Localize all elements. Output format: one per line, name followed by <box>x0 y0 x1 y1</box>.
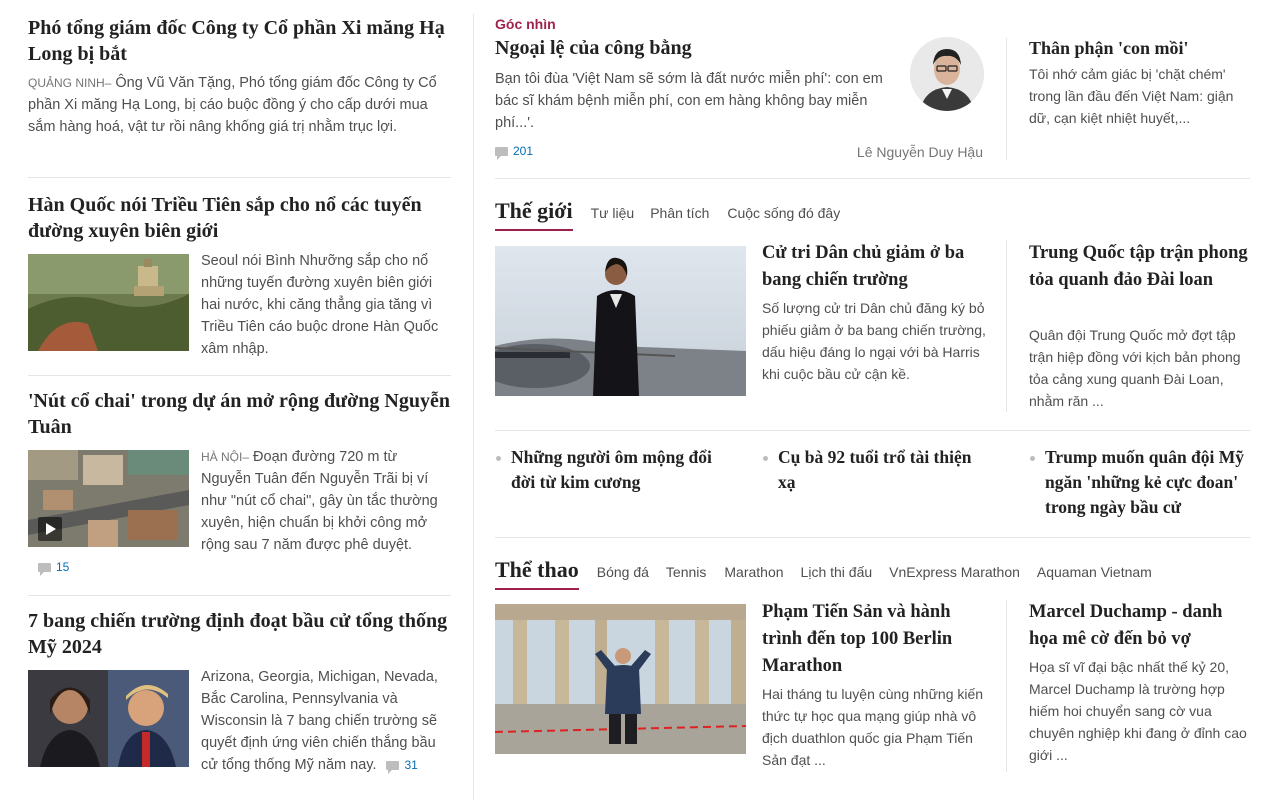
section-divider <box>495 430 1250 431</box>
opinion-side-title[interactable]: Thân phận 'con mồi' <box>1029 35 1254 62</box>
subcategory-link[interactable]: Cuộc sống đó đây <box>727 205 840 221</box>
play-icon[interactable] <box>38 517 62 541</box>
article-item: Hàn Quốc nói Triều Tiên sắp cho nổ các t… <box>28 192 451 376</box>
section-header-the-thao: Thể thao Bóng đá Tennis Marathon Lịch th… <box>495 557 1152 590</box>
opinion-desc[interactable]: Bạn tôi đùa 'Việt Nam sẽ sớm là đất nước… <box>495 68 895 134</box>
author-avatar[interactable] <box>910 37 984 111</box>
article-title[interactable]: 7 bang chiến trường định đoạt bầu cử tổn… <box>28 608 451 660</box>
column-divider <box>473 14 474 800</box>
subcategory-link[interactable]: Bóng đá <box>597 564 649 580</box>
article-location: HÀ NỘI– <box>201 450 250 464</box>
section-title[interactable]: Thế giới <box>495 198 573 231</box>
related-article-link[interactable]: Trump muốn quân đội Mỹ ngăn 'những kẻ cự… <box>1029 445 1255 520</box>
section-divider <box>495 178 1250 179</box>
subcategory-link[interactable]: Aquaman Vietnam <box>1037 564 1152 580</box>
comment-count-value: 201 <box>513 144 534 158</box>
article-thumbnail[interactable] <box>495 604 746 754</box>
comment-icon <box>495 147 508 161</box>
section-divider <box>495 537 1250 538</box>
comment-icon <box>386 761 400 775</box>
subcategory-link[interactable]: Tennis <box>666 564 706 580</box>
article-title[interactable]: Hàn Quốc nói Triều Tiên sắp cho nổ các t… <box>28 192 451 244</box>
candidates-image <box>28 670 189 767</box>
comment-count[interactable]: 201 <box>495 144 534 161</box>
article-desc[interactable]: Quân đội Trung Quốc mở đợt tập trận hiệp… <box>1029 324 1254 412</box>
article-title[interactable]: Phạm Tiến Sản và hành trình đến top 100 … <box>762 599 987 680</box>
comment-count-value: 15 <box>56 560 70 574</box>
article-thumbnail[interactable] <box>28 670 189 767</box>
column-divider <box>1006 240 1007 412</box>
comment-count[interactable]: 31 <box>386 758 418 775</box>
article-desc: QUẢNG NINH– Ông Vũ Văn Tặng, Phó tổng gi… <box>28 72 451 138</box>
column-divider <box>1006 38 1007 160</box>
related-article-link[interactable]: Những người ôm mộng đổi đời từ kim cương <box>495 445 725 495</box>
subcategory-link[interactable]: VnExpress Marathon <box>889 564 1020 580</box>
article-item: 'Nút cổ chai' trong dự án mở rộng đường … <box>28 388 451 596</box>
related-article-link[interactable]: Cụ bà 92 tuổi trổ tài thiện xạ <box>762 445 992 495</box>
article-desc[interactable]: Họa sĩ vĩ đại bậc nhất thế kỷ 20, Marcel… <box>1029 656 1254 766</box>
opinion-title[interactable]: Ngoại lệ của công bằng <box>495 37 692 60</box>
article-title[interactable]: Marcel Duchamp - danh họa mê cờ đến bỏ v… <box>1029 599 1254 653</box>
article-title[interactable]: Trung Quốc tập trận phong tỏa quanh đảo … <box>1029 240 1254 294</box>
article-title[interactable]: Phó tổng giám đốc Công ty Cổ phần Xi măn… <box>28 15 451 67</box>
opinion-side-desc[interactable]: Tôi nhớ cảm giác bị 'chặt chém' trong lầ… <box>1029 63 1254 129</box>
article-thumbnail[interactable] <box>28 450 189 547</box>
section-title[interactable]: Thể thao <box>495 557 579 590</box>
subcategory-link[interactable]: Tư liệu <box>591 205 635 221</box>
border-hill-image <box>28 254 189 351</box>
comment-count[interactable]: 15 <box>38 560 70 577</box>
article-desc[interactable]: Số lượng cử tri Dân chủ đăng ký bỏ phiếu… <box>762 297 987 385</box>
article-item: 7 bang chiến trường định đoạt bầu cử tổn… <box>28 608 451 800</box>
harris-helicopter-image <box>495 246 746 396</box>
subcategory-link[interactable]: Lịch thi đấu <box>801 564 873 580</box>
article-desc[interactable]: Hai tháng tu luyện cùng những kiến thức … <box>762 683 987 771</box>
article-title[interactable]: Cử tri Dân chủ giảm ở ba bang chiến trườ… <box>762 240 987 294</box>
subcategory-link[interactable]: Phân tích <box>650 205 709 221</box>
column-divider <box>1006 600 1007 772</box>
article-item: Phó tổng giám đốc Công ty Cổ phần Xi măn… <box>28 15 451 178</box>
berlin-runner-image <box>495 604 746 754</box>
author-name[interactable]: Lê Nguyễn Duy Hậu <box>857 144 983 160</box>
article-location: QUẢNG NINH– <box>28 76 112 90</box>
section-label-goc-nhin[interactable]: Góc nhìn <box>495 16 556 32</box>
article-thumbnail[interactable] <box>495 246 746 396</box>
subcategory-link[interactable]: Marathon <box>724 564 783 580</box>
section-header-the-gioi: Thế giới Tư liệu Phân tích Cuộc sống đó … <box>495 198 840 231</box>
article-thumbnail[interactable] <box>28 254 189 351</box>
author-portrait-image <box>910 37 984 111</box>
comment-count-value: 31 <box>404 758 418 772</box>
comment-icon <box>38 563 51 577</box>
article-title[interactable]: 'Nút cổ chai' trong dự án mở rộng đường … <box>28 388 451 440</box>
article-desc-text[interactable]: Đoạn đường 720 m từ Nguyễn Tuân đến Nguy… <box>201 449 438 553</box>
